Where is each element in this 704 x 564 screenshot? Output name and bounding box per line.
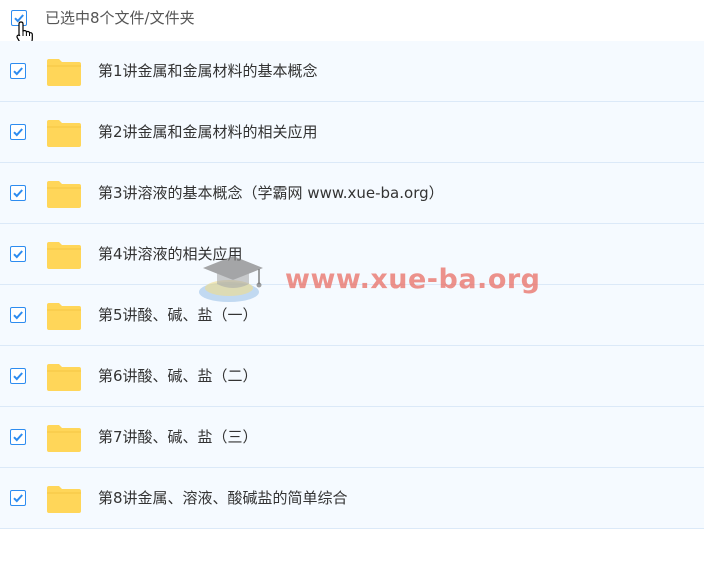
check-icon <box>13 372 23 381</box>
folder-icon <box>47 486 81 513</box>
check-icon <box>13 250 23 259</box>
selection-header: 已选中8个文件/文件夹 <box>0 0 704 46</box>
file-row[interactable]: 第7讲酸、碱、盐（三） <box>0 407 704 468</box>
watermark-text: www.xue-ba.org <box>285 264 541 295</box>
check-icon <box>13 311 23 320</box>
file-row[interactable]: 第3讲溶液的基本概念（学霸网 www.xue-ba.org） <box>0 163 704 224</box>
file-name[interactable]: 第3讲溶液的基本概念（学霸网 www.xue-ba.org） <box>98 183 444 203</box>
file-row[interactable]: 第8讲金属、溶液、酸碱盐的简单综合 <box>0 468 704 529</box>
folder-icon <box>47 120 81 147</box>
row-checkbox[interactable] <box>10 368 26 384</box>
folder-icon <box>47 425 81 452</box>
row-checkbox[interactable] <box>10 307 26 323</box>
file-name[interactable]: 第6讲酸、碱、盐（二） <box>98 366 258 386</box>
file-name[interactable]: 第2讲金属和金属材料的相关应用 <box>98 122 318 142</box>
file-row[interactable]: 第2讲金属和金属材料的相关应用 <box>0 102 704 163</box>
graduation-cap-logo-icon <box>199 256 263 302</box>
row-checkbox[interactable] <box>10 124 26 140</box>
folder-icon <box>47 181 81 208</box>
row-checkbox[interactable] <box>10 63 26 79</box>
folder-icon <box>47 59 81 86</box>
folder-icon <box>47 242 81 269</box>
file-name[interactable]: 第1讲金属和金属材料的基本概念 <box>98 61 318 81</box>
file-name[interactable]: 第7讲酸、碱、盐（三） <box>98 427 258 447</box>
file-name[interactable]: 第8讲金属、溶液、酸碱盐的简单综合 <box>98 488 348 508</box>
check-icon <box>13 494 23 503</box>
check-icon <box>13 433 23 442</box>
check-icon <box>13 189 23 198</box>
folder-icon <box>47 364 81 391</box>
row-checkbox[interactable] <box>10 246 26 262</box>
check-icon <box>13 128 23 137</box>
row-checkbox[interactable] <box>10 429 26 445</box>
watermark: www.xue-ba.org <box>193 246 540 310</box>
file-row[interactable]: 第6讲酸、碱、盐（二） <box>0 346 704 407</box>
row-checkbox[interactable] <box>10 185 26 201</box>
selection-count-label: 已选中8个文件/文件夹 <box>45 9 195 27</box>
file-row[interactable]: 第1讲金属和金属材料的基本概念 <box>0 41 704 102</box>
row-checkbox[interactable] <box>10 490 26 506</box>
check-icon <box>13 67 23 76</box>
folder-icon <box>47 303 81 330</box>
